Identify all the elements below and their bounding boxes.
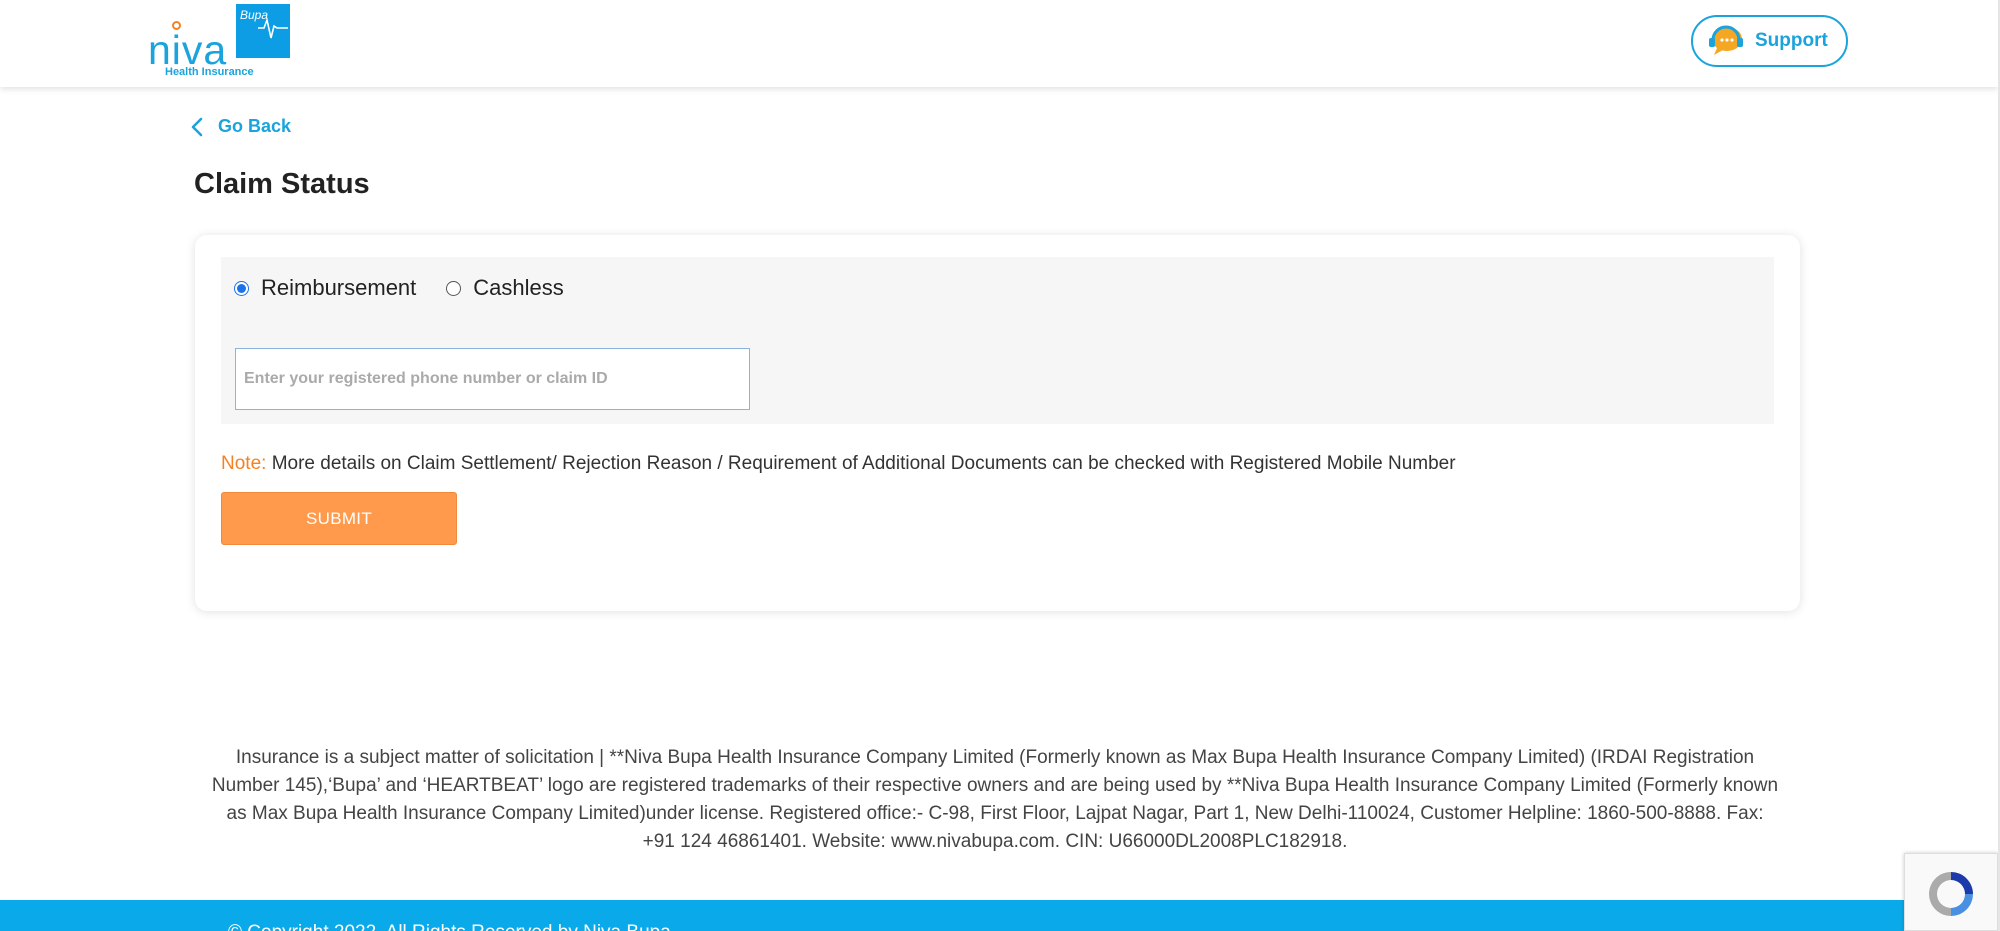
recaptcha-icon bbox=[1929, 872, 1973, 916]
claim-note: Note: More details on Claim Settlement/ … bbox=[221, 453, 1456, 475]
go-back-label: Go Back bbox=[218, 116, 292, 136]
phone-or-claim-id-input[interactable] bbox=[235, 348, 750, 410]
claim-status-card: Reimbursement Cashless Note: More detail… bbox=[195, 235, 1800, 611]
radio-cashless-label[interactable]: Cashless bbox=[473, 275, 563, 301]
go-back-link[interactable]: Go Back bbox=[190, 116, 291, 137]
radio-cashless[interactable] bbox=[446, 280, 462, 296]
chat-support-icon bbox=[1709, 25, 1743, 55]
chevron-left-icon bbox=[191, 117, 203, 136]
bupa-logo-box: Bupa bbox=[236, 4, 290, 58]
site-header: niva Bupa Health Insurance Support bbox=[0, 0, 1998, 87]
footer-copyright: © Copyright 2022. All Rights Reserved by… bbox=[228, 922, 671, 931]
support-button[interactable]: Support bbox=[1691, 15, 1848, 67]
claim-form-panel: Reimbursement Cashless bbox=[221, 257, 1774, 424]
heartbeat-icon bbox=[258, 17, 288, 39]
support-label: Support bbox=[1755, 30, 1828, 51]
logo-tagline: Health Insurance bbox=[165, 66, 254, 78]
niva-bupa-logo[interactable]: niva Bupa Health Insurance bbox=[148, 4, 293, 80]
submit-button[interactable]: SUBMIT bbox=[221, 492, 457, 545]
note-text: More details on Claim Settlement/ Reject… bbox=[271, 453, 1456, 474]
recaptcha-badge[interactable] bbox=[1904, 853, 1998, 931]
radio-reimbursement[interactable] bbox=[234, 280, 249, 296]
claim-type-radio-group: Reimbursement Cashless bbox=[234, 275, 594, 301]
note-label: Note: bbox=[221, 453, 267, 474]
radio-reimbursement-label[interactable]: Reimbursement bbox=[261, 275, 416, 301]
legal-disclaimer: Insurance is a subject matter of solicit… bbox=[211, 747, 1779, 852]
site-footer: © Copyright 2022. All Rights Reserved by… bbox=[0, 900, 1998, 931]
page-title: Claim Status bbox=[194, 168, 370, 200]
